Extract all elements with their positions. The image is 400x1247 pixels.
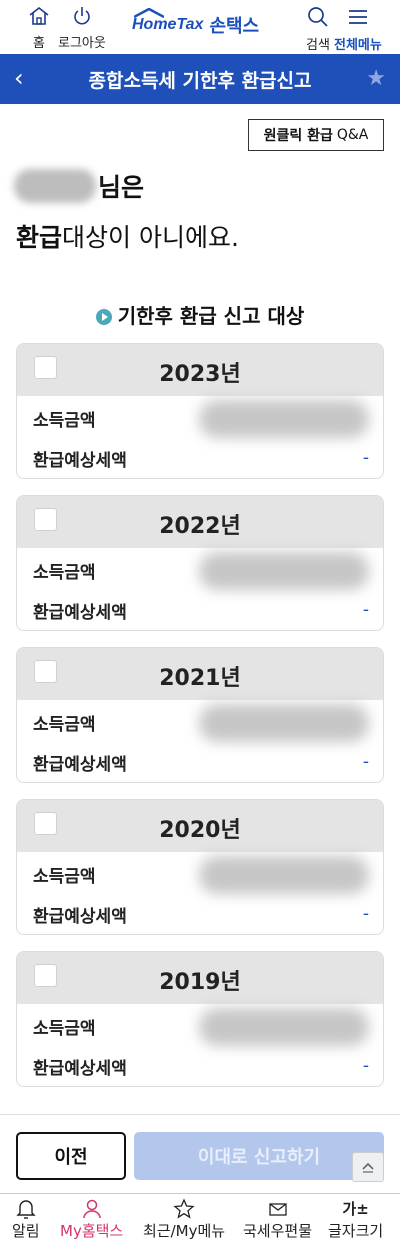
card-year: 2023년 bbox=[159, 362, 241, 387]
refund-label: 환급예상세액 bbox=[33, 755, 127, 775]
refund-row: 환급예상세액 - bbox=[33, 1054, 369, 1082]
year-card-2023: 2023년 소득금액 환급예상세액 - bbox=[16, 343, 384, 479]
refund-value: - bbox=[362, 904, 369, 924]
income-label: 소득금액 bbox=[33, 867, 96, 887]
home-label: 홈 bbox=[33, 36, 45, 51]
masked-income-value bbox=[199, 1008, 369, 1046]
favorite-star-icon[interactable]: ★ bbox=[366, 66, 386, 91]
income-label: 소득금액 bbox=[33, 715, 96, 735]
person-icon bbox=[82, 1199, 101, 1219]
year-card-2021: 2021년 소득금액 환급예상세액 - bbox=[16, 647, 384, 783]
qa-button-thin: Q&A bbox=[336, 127, 369, 143]
refund-label: 환급예상세액 bbox=[33, 603, 127, 623]
qa-button-bold: 원클릭 환급 bbox=[263, 128, 333, 144]
card-year: 2022년 bbox=[159, 514, 241, 539]
page-title: 종합소득세 기한후 환급신고 bbox=[88, 70, 312, 92]
income-label: 소득금액 bbox=[33, 411, 96, 431]
nav-item-font-size[interactable]: 가± 글자크기 bbox=[328, 1198, 383, 1241]
refund-value: - bbox=[362, 1056, 369, 1076]
star-icon bbox=[173, 1198, 195, 1219]
prev-button[interactable]: 이전 bbox=[16, 1132, 126, 1180]
menu-button[interactable]: 전체메뉴 bbox=[334, 6, 382, 53]
chevron-up-icon bbox=[362, 1162, 374, 1173]
section-title-text: 기한후 환급 신고 대상 bbox=[117, 304, 305, 328]
nav-item-tax-mail[interactable]: 국세우편물 bbox=[243, 1198, 312, 1241]
income-label: 소득금액 bbox=[33, 563, 96, 583]
message-rest: 이 아니에요. bbox=[108, 223, 239, 252]
logo-sub: 손택스 bbox=[209, 16, 260, 37]
masked-income-value bbox=[199, 552, 369, 590]
income-row: 소득금액 bbox=[33, 1008, 369, 1046]
masked-income-value bbox=[199, 400, 369, 438]
power-icon bbox=[74, 7, 90, 25]
masked-user-name bbox=[14, 169, 96, 203]
page-titlebar: ‹ 종합소득세 기한후 환급신고 ★ bbox=[0, 54, 400, 104]
income-label: 소득금액 bbox=[33, 1019, 96, 1039]
refund-label: 환급예상세액 bbox=[33, 1059, 127, 1079]
scroll-to-top-button[interactable] bbox=[352, 1152, 384, 1182]
nav-item-my-hometax[interactable]: My홈택스 bbox=[60, 1198, 123, 1241]
home-icon bbox=[29, 6, 49, 25]
one-click-refund-qa-button[interactable]: 원클릭 환급 Q&A bbox=[248, 119, 384, 151]
nav-item-alerts[interactable]: 알림 bbox=[12, 1198, 40, 1241]
card-header: 2022년 bbox=[17, 496, 383, 548]
card-header: 2023년 bbox=[17, 344, 383, 396]
income-row: 소득금액 bbox=[33, 552, 369, 590]
search-label: 검색 bbox=[306, 38, 330, 53]
refund-label: 환급예상세액 bbox=[33, 451, 127, 471]
year-card-2019: 2019년 소득금액 환급예상세액 - bbox=[16, 951, 384, 1087]
message-rest-bold: 대상 bbox=[62, 223, 109, 252]
year-card-2022: 2022년 소득금액 환급예상세액 - bbox=[16, 495, 384, 631]
play-bullet-icon bbox=[95, 309, 112, 325]
refund-value: - bbox=[362, 752, 369, 772]
result-message-line2: 환급대상이 아니에요. bbox=[16, 218, 239, 254]
income-row: 소득금액 bbox=[33, 400, 369, 438]
card-header: 2021년 bbox=[17, 648, 383, 700]
refund-row: 환급예상세액 - bbox=[33, 598, 369, 626]
card-header: 2020년 bbox=[17, 800, 383, 852]
hamburger-icon bbox=[348, 10, 367, 24]
card-year: 2020년 bbox=[159, 818, 241, 843]
font-size-icon: 가± bbox=[342, 1200, 369, 1218]
top-header: 홈 로그아웃 HomeTax 손택스 검색 전체메뉴 bbox=[0, 0, 400, 54]
logout-button[interactable]: 로그아웃 bbox=[58, 6, 106, 51]
income-row: 소득금액 bbox=[33, 856, 369, 894]
nav-label: 최근/My메뉴 bbox=[143, 1222, 226, 1240]
submit-as-is-button[interactable]: 이대로 신고하기 bbox=[134, 1132, 384, 1180]
search-button[interactable]: 검색 bbox=[306, 6, 330, 53]
masked-income-value bbox=[199, 704, 369, 742]
divider bbox=[0, 1114, 400, 1115]
income-row: 소득금액 bbox=[33, 704, 369, 742]
bottom-nav: 알림 My홈택스 최근/My메뉴 국세우편물 가± 글자크기 bbox=[0, 1193, 400, 1247]
nav-item-recent-menu[interactable]: 최근/My메뉴 bbox=[143, 1198, 225, 1241]
message-suffix: 님은 bbox=[98, 173, 145, 202]
logo-text: HomeTax bbox=[132, 16, 204, 33]
nav-label: 알림 bbox=[12, 1222, 40, 1240]
refund-value: - bbox=[362, 600, 369, 620]
nav-label: My홈택스 bbox=[60, 1222, 124, 1240]
refund-row: 환급예상세액 - bbox=[33, 446, 369, 474]
year-card-2020: 2020년 소득금액 환급예상세액 - bbox=[16, 799, 384, 935]
refund-value: - bbox=[362, 448, 369, 468]
home-button[interactable]: 홈 bbox=[28, 6, 50, 51]
logo-roof-icon bbox=[134, 8, 164, 18]
nav-label: 국세우편물 bbox=[243, 1222, 313, 1240]
refund-row: 환급예상세액 - bbox=[33, 902, 369, 930]
logout-label: 로그아웃 bbox=[58, 36, 106, 51]
search-icon bbox=[308, 7, 328, 27]
card-year: 2021년 bbox=[159, 666, 241, 691]
result-message-line1: 님은 bbox=[14, 168, 144, 204]
refund-label: 환급예상세액 bbox=[33, 907, 127, 927]
card-header: 2019년 bbox=[17, 952, 383, 1004]
refund-row: 환급예상세액 - bbox=[33, 750, 369, 778]
nav-label: 글자크기 bbox=[328, 1222, 384, 1240]
menu-label: 전체메뉴 bbox=[334, 38, 382, 53]
message-highlight: 환급 bbox=[16, 223, 63, 252]
mail-icon bbox=[268, 1203, 287, 1216]
section-title: 기한후 환급 신고 대상 bbox=[0, 300, 400, 329]
masked-income-value bbox=[199, 856, 369, 894]
bell-icon bbox=[16, 1200, 36, 1219]
card-year: 2019년 bbox=[159, 970, 241, 995]
